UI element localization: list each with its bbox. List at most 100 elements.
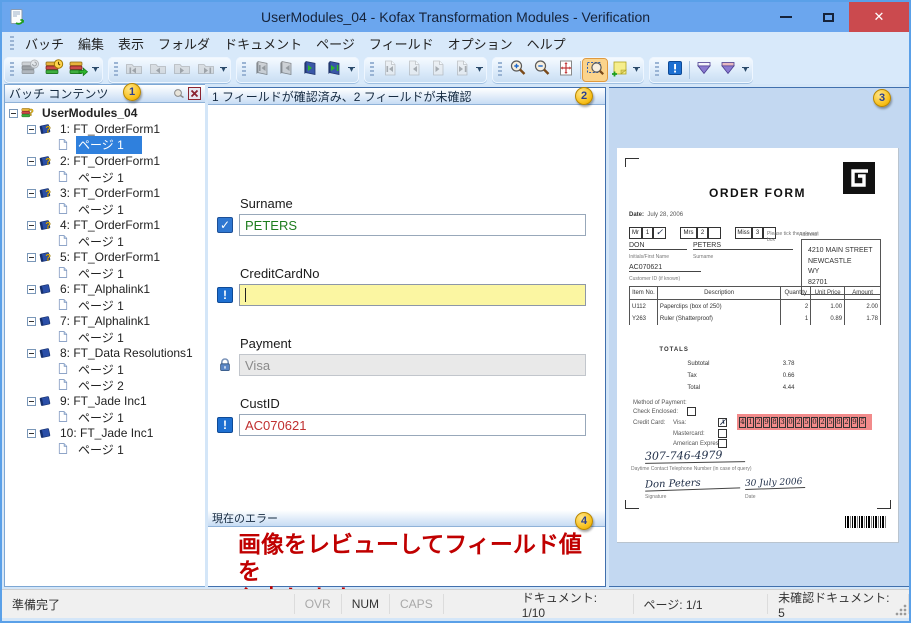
- toolbar-options-chevron[interactable]: ▾: [740, 59, 751, 81]
- toolbar-grip[interactable]: [242, 61, 246, 78]
- confirm-document-button[interactable]: [716, 59, 740, 81]
- items-table-cell: Paperclips (box of 250): [656, 299, 782, 313]
- tree-row-11[interactable]: 6: FT_Alphalink1: [5, 281, 205, 297]
- tree-row-3[interactable]: ? 2: FT_OrderForm1: [5, 153, 205, 169]
- menu-item-1[interactable]: 編集: [71, 32, 111, 55]
- salutation-tickbox: ✓: [653, 227, 666, 239]
- toolbar-group-zoom: ▾: [492, 56, 644, 83]
- menu-item-3[interactable]: フォルダ: [151, 32, 217, 55]
- field-input-custid[interactable]: AC070621: [239, 414, 586, 436]
- checkbox-checked-icon[interactable]: ✓: [217, 217, 233, 233]
- tree-label: ページ 1: [78, 170, 124, 185]
- tree-row-1[interactable]: ? 1: FT_OrderForm1: [5, 121, 205, 137]
- tree-expand-toggle[interactable]: [27, 252, 36, 262]
- close-batch-button[interactable]: [66, 59, 90, 81]
- page-icon: [57, 234, 73, 249]
- field-input-surname[interactable]: PETERS: [239, 214, 586, 236]
- toolbar-grip[interactable]: [10, 61, 14, 78]
- error-marker-button[interactable]: [663, 59, 687, 81]
- tree-expand-toggle[interactable]: [27, 428, 36, 438]
- tree-row-9[interactable]: ? 5: FT_OrderForm1: [5, 249, 205, 265]
- tree-row-19[interactable]: ページ 1: [5, 409, 205, 425]
- add-note-button[interactable]: [607, 59, 631, 81]
- tree-expand-toggle[interactable]: [27, 156, 36, 166]
- field-input-creditcardno[interactable]: [239, 284, 586, 306]
- first-page-icon: [380, 58, 400, 81]
- toolbar-options-chevron[interactable]: ▾: [631, 59, 642, 81]
- error-message-line1: 画像をレビューしてフィールド値を: [238, 531, 582, 585]
- toolbar-options-chevron[interactable]: ▾: [90, 59, 101, 81]
- tree-expand-toggle[interactable]: [27, 316, 36, 326]
- tree-row-14[interactable]: ページ 1: [5, 329, 205, 345]
- maximize-button[interactable]: [807, 2, 849, 32]
- menu-item-0[interactable]: バッチ: [18, 32, 71, 55]
- next-document-button[interactable]: [298, 59, 322, 81]
- fit-page-button[interactable]: [554, 59, 578, 81]
- tree-row-5[interactable]: ? 3: FT_OrderForm1: [5, 185, 205, 201]
- auto-hide-pin-icon[interactable]: [172, 87, 185, 100]
- tree-expand-toggle[interactable]: [27, 284, 36, 294]
- crop-mark-top-left: [625, 158, 639, 167]
- document-viewer-panel[interactable]: ORDER FORM Date: July 28, 2006 Mr 1 ✓ Mrs 2 Mis…: [608, 87, 909, 587]
- close-panel-icon[interactable]: [188, 87, 201, 100]
- toolbar-grip[interactable]: [498, 61, 502, 78]
- tree-row-7[interactable]: ? 4: FT_OrderForm1: [5, 217, 205, 233]
- zoom-out-button[interactable]: [530, 59, 554, 81]
- tree-row-20[interactable]: 10: FT_Jade Inc1: [5, 425, 205, 441]
- badge-1: 1: [123, 83, 141, 101]
- tree-label: UserModules_04: [42, 106, 138, 120]
- zoom-in-button[interactable]: [506, 59, 530, 81]
- field-input-payment: Visa: [239, 354, 586, 376]
- tree-row-4[interactable]: ページ 1: [5, 169, 205, 185]
- resize-grip[interactable]: [895, 604, 907, 616]
- toolbar-options-chevron[interactable]: ▾: [218, 59, 229, 81]
- menu-item-5[interactable]: ページ: [309, 32, 362, 55]
- menu-item-2[interactable]: 表示: [111, 32, 151, 55]
- first-folder-button: [122, 59, 146, 81]
- tree-row-13[interactable]: 7: FT_Alphalink1: [5, 313, 205, 329]
- tree-row-21[interactable]: ページ 1: [5, 441, 205, 457]
- right-splitter[interactable]: [606, 84, 609, 587]
- suspend-batch-button[interactable]: [42, 59, 66, 81]
- first-name-value: DON: [629, 242, 687, 250]
- tree-label: ページ 1: [78, 330, 124, 345]
- svg-text:?: ?: [45, 252, 50, 262]
- menu-item-4[interactable]: ドキュメント: [217, 32, 309, 55]
- totals-label: Tax: [687, 373, 697, 379]
- confirm-field-button[interactable]: [692, 59, 716, 81]
- left-splitter[interactable]: [205, 84, 208, 587]
- last-document-button[interactable]: [322, 59, 346, 81]
- menu-item-6[interactable]: フィールド: [362, 32, 441, 55]
- toolbar-grip[interactable]: [655, 61, 659, 78]
- tree-row-0[interactable]: ? UserModules_04: [5, 105, 205, 121]
- toolbar-grip[interactable]: [114, 61, 118, 78]
- tree-row-8[interactable]: ページ 1: [5, 233, 205, 249]
- minimize-button[interactable]: [765, 2, 807, 32]
- tree-expand-toggle[interactable]: [27, 396, 36, 406]
- menu-item-7[interactable]: オプション: [441, 32, 520, 55]
- toolbar-options-chevron[interactable]: ▾: [474, 59, 485, 81]
- toolbar-grip[interactable]: [370, 61, 374, 78]
- tree-row-10[interactable]: ページ 1: [5, 265, 205, 281]
- previous-document-button: [274, 59, 298, 81]
- tree-expand-toggle[interactable]: [27, 188, 36, 198]
- svg-text:?: ?: [28, 107, 33, 117]
- zoom-selection-button[interactable]: [582, 57, 608, 82]
- tree-expand-toggle[interactable]: [27, 220, 36, 230]
- close-button[interactable]: ✕: [849, 2, 909, 32]
- toolbar-options-chevron[interactable]: ▾: [346, 59, 357, 81]
- tree-expand-toggle[interactable]: [27, 124, 36, 134]
- tree-expand-toggle[interactable]: [27, 348, 36, 358]
- tree-row-6[interactable]: ページ 1: [5, 201, 205, 217]
- tree-row-16[interactable]: ページ 1: [5, 361, 205, 377]
- tree-row-18[interactable]: 9: FT_Jade Inc1: [5, 393, 205, 409]
- tree-expand-toggle[interactable]: [9, 108, 18, 118]
- field-label-creditcardno: CreditCardNo: [240, 266, 320, 281]
- card-number-highlight[interactable]: 4129830250258295: [737, 414, 872, 430]
- menu-item-8[interactable]: ヘルプ: [520, 32, 573, 55]
- tree-row-2[interactable]: ページ 1: [5, 136, 205, 154]
- tree-row-12[interactable]: ページ 1: [5, 297, 205, 313]
- visa-checkbox: ✗: [718, 418, 727, 427]
- tree-row-15[interactable]: 8: FT_Data Resolutions1: [5, 345, 205, 361]
- tree-row-17[interactable]: ページ 2: [5, 377, 205, 393]
